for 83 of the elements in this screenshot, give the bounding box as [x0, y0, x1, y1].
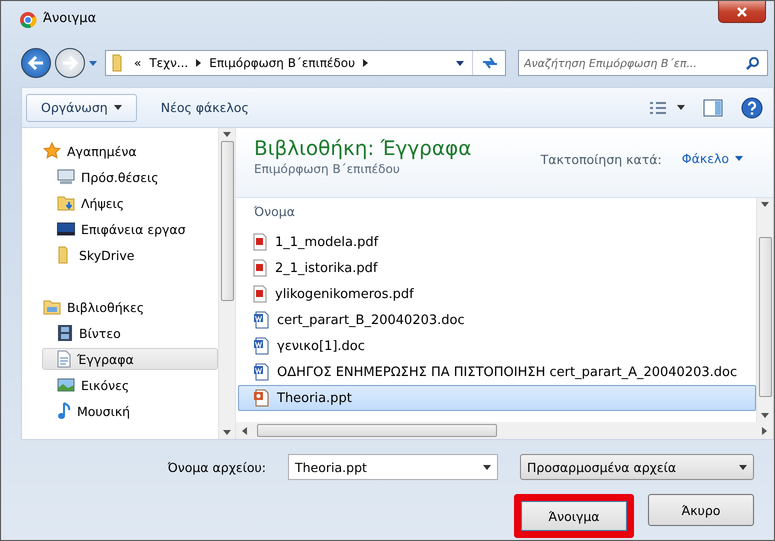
caret-icon: [735, 156, 743, 161]
caret-icon: [761, 202, 769, 207]
star-icon: [43, 142, 61, 160]
view-options-button[interactable]: [649, 100, 685, 114]
cancel-button[interactable]: Άκυρο: [648, 494, 754, 526]
file-row[interactable]: 1_1_modela.pdf: [238, 229, 756, 255]
sidebar-item[interactable]: Μουσική: [42, 400, 218, 422]
sidebar-group[interactable]: Βιβλιοθήκες: [42, 296, 218, 318]
file-row[interactable]: 2_1_istorika.pdf: [238, 255, 756, 281]
library-title: Βιβλιοθήκη: Έγγραφα: [254, 136, 472, 160]
close-icon: [737, 6, 747, 16]
caret-icon: [483, 464, 491, 470]
scrollbar[interactable]: [218, 128, 235, 439]
arrow-left-icon: [28, 56, 44, 70]
word-file-icon: [253, 363, 269, 381]
caret-icon: [456, 60, 464, 66]
caret-icon: [677, 105, 685, 110]
chevron-right-icon: [196, 59, 202, 67]
sidebar-item[interactable]: Έγγραφα: [42, 348, 218, 370]
new-folder-button[interactable]: Νέος φάκελος: [154, 99, 255, 116]
powerpoint-file-icon: [253, 389, 269, 407]
scrollbar[interactable]: [756, 198, 773, 422]
forward-button[interactable]: [55, 48, 85, 78]
computer-icon: [57, 169, 75, 185]
organize-button[interactable]: Οργάνωση: [26, 94, 137, 122]
column-header[interactable]: Όνομα: [238, 204, 756, 229]
browser-logo-icon: [19, 11, 37, 29]
file-type-dropdown[interactable]: Προσαρμοσμένα αρχεία: [520, 454, 754, 480]
arrange-by-label: Τακτοποίηση κατά:: [540, 152, 662, 167]
chevron-right-icon: [363, 59, 368, 67]
pdf-file-icon: [253, 259, 267, 277]
close-button[interactable]: [718, 1, 766, 23]
pdf-file-icon: [253, 233, 267, 251]
word-file-icon: [253, 311, 269, 329]
filename-field[interactable]: Theoria.ppt: [288, 454, 498, 480]
sidebar-item[interactable]: Λήψεις: [42, 192, 218, 214]
breadcrumb-item[interactable]: Τεχν...: [149, 56, 188, 70]
refresh-button[interactable]: [472, 51, 499, 75]
file-row[interactable]: Theoria.ppt: [238, 385, 756, 411]
horizontal-scrollbar[interactable]: [236, 422, 773, 439]
music-note-icon: [57, 402, 71, 420]
word-file-icon: [253, 337, 269, 355]
address-bar[interactable]: « Τεχν... Επιμόρφωση Β΄επιπέδου: [105, 50, 506, 76]
film-icon: [57, 324, 73, 342]
library-subtitle: Επιμόρφωση Β΄επιπέδου: [254, 162, 401, 176]
picture-icon: [57, 377, 75, 393]
refresh-icon: [481, 56, 499, 70]
caret-icon: [223, 132, 231, 137]
sidebar-item[interactable]: Εικόνες: [42, 374, 218, 396]
breadcrumb-overflow[interactable]: «: [134, 56, 142, 70]
breadcrumb-item[interactable]: Επιμόρφωση Β΄επιπέδου: [209, 56, 356, 70]
document-icon: [57, 350, 71, 368]
file-row[interactable]: cert_parart_B_20040203.doc: [238, 307, 756, 333]
desktop-icon: [57, 221, 75, 237]
file-row[interactable]: ylikogenikomeros.pdf: [238, 281, 756, 307]
sidebar-item[interactable]: Επιφάνεια εργασ: [42, 218, 218, 240]
arrange-by-dropdown[interactable]: Φάκελο: [676, 150, 749, 167]
history-dropdown[interactable]: [89, 60, 97, 66]
arrow-right-icon: [62, 56, 78, 70]
window-title: Άνοιγμα: [43, 11, 96, 26]
scroll-right-icon: [762, 426, 767, 434]
file-row[interactable]: ΟΔΗΓΟΣ ΕΝΗΜΕΡΩΣΗΣ ΠΑ ΠΙΣΤΟΠΟΙΗΣΗ cert_parart_A_20040203.doc: [238, 359, 756, 385]
search-icon: [746, 56, 760, 70]
filename-label: Όνομα αρχείου:: [168, 460, 266, 474]
caret-icon: [89, 60, 97, 66]
library-icon: [43, 299, 61, 315]
sidebar-item[interactable]: Βίντεο: [42, 322, 218, 344]
sidebar-item[interactable]: Πρόσ.θέσεις: [42, 166, 218, 188]
caret-icon: [739, 464, 747, 470]
scroll-left-icon: [242, 426, 247, 434]
caret-icon: [223, 430, 231, 435]
folder-icon: [57, 195, 75, 211]
caret-icon: [761, 413, 769, 418]
sidebar-group[interactable]: Αγαπημένα: [42, 140, 218, 162]
open-button[interactable]: Άνοιγμα: [514, 494, 634, 538]
back-button[interactable]: [21, 48, 51, 78]
help-button[interactable]: [741, 96, 763, 118]
address-dropdown[interactable]: [456, 60, 464, 66]
preview-pane-button[interactable]: [703, 98, 723, 116]
file-row[interactable]: γενικο[1].doc: [238, 333, 756, 359]
pdf-file-icon: [253, 285, 267, 303]
sidebar-item[interactable]: SkyDrive: [42, 244, 218, 266]
caret-icon: [114, 105, 122, 110]
